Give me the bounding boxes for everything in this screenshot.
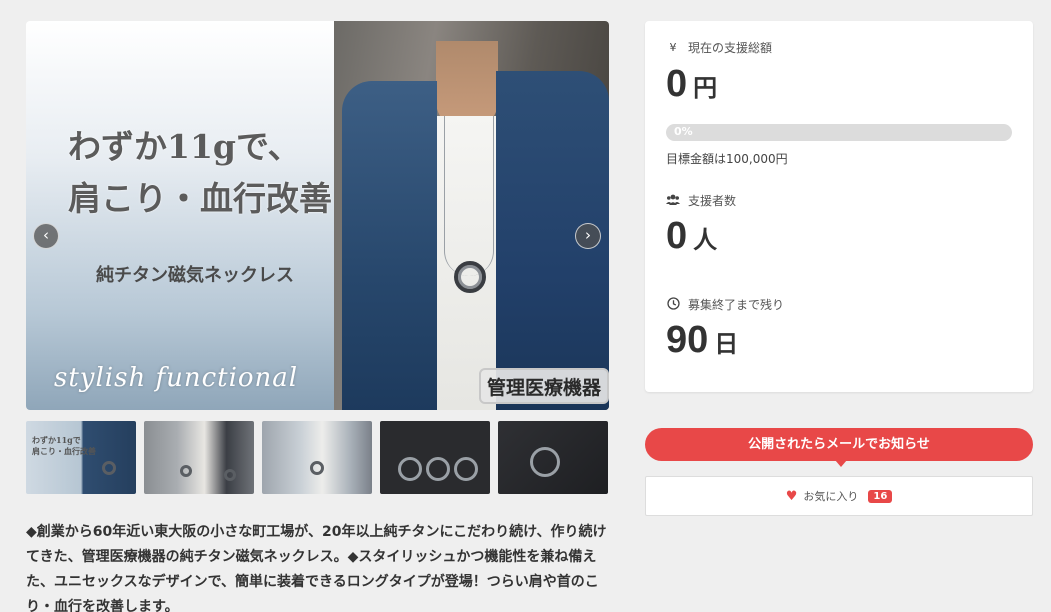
heart-icon: ♥ bbox=[785, 488, 798, 504]
remaining-value: 90 日 bbox=[666, 319, 738, 362]
pendant-image bbox=[454, 457, 478, 481]
slider-prev-button[interactable]: ‹ bbox=[33, 223, 59, 249]
thumbnail-1[interactable]: わずか11gで 肩こり・血行改善 bbox=[26, 421, 136, 494]
thumbnail-1-text: わずか11gで 肩こり・血行改善 bbox=[32, 435, 96, 456]
yen-icon: ¥ bbox=[669, 41, 677, 54]
goal-amount-text: 目標金額は100,000円 bbox=[666, 152, 788, 166]
notify-button-label: 公開されたらメールでお知らせ bbox=[748, 437, 930, 452]
model-jacket-left bbox=[342, 81, 437, 410]
total-funding-label: ¥ 現在の支援総額 bbox=[666, 39, 773, 56]
pendant-image bbox=[398, 457, 422, 481]
thumbnail-2[interactable] bbox=[144, 421, 254, 494]
users-icon bbox=[666, 194, 680, 208]
backers-unit: 人 bbox=[693, 226, 718, 254]
favorite-button[interactable]: ♥ お気に入り 16 bbox=[645, 476, 1033, 516]
slide-headline-line2: 肩こり・血行改善 bbox=[68, 179, 332, 218]
favorite-count-badge: 16 bbox=[868, 489, 893, 503]
total-funding-label-text: 現在の支援総額 bbox=[688, 41, 773, 55]
chevron-left-icon: ‹ bbox=[43, 226, 49, 244]
funding-stats-card: ¥ 現在の支援総額 0 円 0% 目標金額は100,000円 支援者数 0 人 bbox=[645, 21, 1033, 392]
clock-icon bbox=[666, 296, 680, 313]
funding-progress-bar: 0% bbox=[666, 124, 1012, 141]
total-funding-value: 0 円 bbox=[666, 63, 717, 106]
pendant-image bbox=[530, 447, 560, 477]
thumbnail-4[interactable] bbox=[380, 421, 490, 494]
backers-label: 支援者数 bbox=[666, 192, 736, 209]
pendant-image bbox=[180, 465, 192, 477]
slider-next-button[interactable]: › bbox=[575, 223, 601, 249]
total-funding-unit: 円 bbox=[693, 74, 718, 102]
pendant-image bbox=[102, 461, 116, 475]
pendant-image bbox=[224, 469, 236, 481]
project-description: ◆創業から60年近い東大阪の小さな町工場が、20年以上純チタンにこだわり続け、作… bbox=[26, 524, 607, 612]
slide-script-text: stylish functional bbox=[54, 363, 299, 393]
slide-subline: 純チタン磁気ネックレス bbox=[96, 265, 294, 286]
necklace-pendant bbox=[454, 261, 486, 293]
notify-on-publish-button[interactable]: 公開されたらメールでお知らせ bbox=[645, 428, 1033, 467]
main-image-slider[interactable]: わずか11gで、 肩こり・血行改善 純チタン磁気ネックレス stylish fu… bbox=[26, 21, 609, 410]
funding-progress-percent: 0% bbox=[674, 125, 693, 138]
remaining-label-text: 募集終了まで残り bbox=[688, 298, 785, 312]
favorite-label: お気に入り bbox=[803, 490, 859, 503]
total-funding-number: 0 bbox=[666, 63, 688, 105]
thumbnail-5[interactable] bbox=[498, 421, 608, 494]
backers-value: 0 人 bbox=[666, 215, 717, 258]
medical-device-badge: 管理医療機器 bbox=[479, 368, 609, 404]
slide-headline: わずか11gで、 肩こり・血行改善 bbox=[68, 121, 332, 225]
remaining-label: 募集終了まで残り bbox=[666, 296, 784, 313]
pendant-image bbox=[310, 461, 324, 475]
caret-down-icon bbox=[835, 460, 847, 467]
remaining-unit: 日 bbox=[714, 330, 739, 358]
slide-headline-line1: わずか11gで、 bbox=[68, 127, 301, 166]
chevron-right-icon: › bbox=[585, 226, 591, 244]
backers-number: 0 bbox=[666, 215, 688, 257]
thumbnail-strip: わずか11gで 肩こり・血行改善 bbox=[26, 421, 609, 495]
pendant-image bbox=[426, 457, 450, 481]
backers-label-text: 支援者数 bbox=[688, 194, 737, 208]
remaining-number: 90 bbox=[666, 319, 709, 361]
necklace-chain bbox=[444, 116, 494, 276]
thumbnail-3[interactable] bbox=[262, 421, 372, 494]
